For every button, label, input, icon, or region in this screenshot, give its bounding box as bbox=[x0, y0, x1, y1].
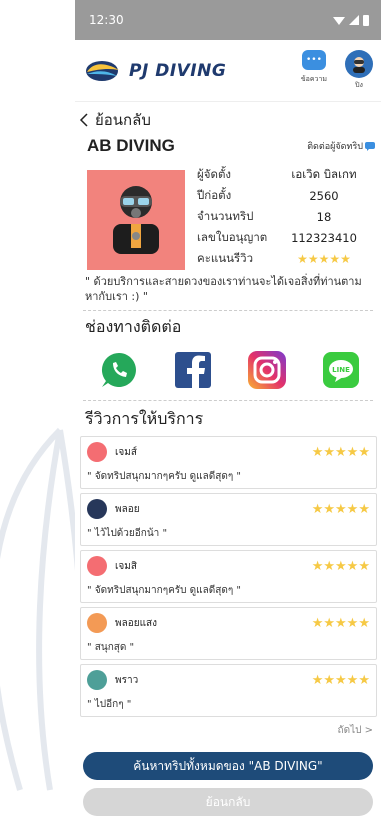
chevron-left-icon bbox=[79, 113, 88, 127]
reviewer-name: พลอย bbox=[115, 503, 140, 515]
search-all-trips-button[interactable]: ค้นหาทริปทั้งหมดของ "AB DIVING" bbox=[83, 752, 373, 780]
review-card: พราว ★★★★★ " ไปอีกๆ " bbox=[80, 664, 377, 717]
review-card: พลอยแสง ★★★★★ " สนุกสุด " bbox=[80, 607, 377, 660]
chat-icon: ••• bbox=[301, 50, 326, 70]
user-avatar-icon bbox=[345, 50, 373, 78]
company-info: ผู้จัดตั้ง เอเวิด บิลเกท ปีก่อตั้ง 2560 … bbox=[197, 164, 375, 270]
info-row-founder: ผู้จัดตั้ง เอเวิด บิลเกท bbox=[197, 166, 357, 181]
battery-icon bbox=[363, 14, 369, 26]
status-time: 12:30 bbox=[89, 13, 124, 27]
status-bar: 12:30 bbox=[75, 0, 381, 40]
reviewer-name: เจมส์ bbox=[115, 446, 137, 458]
back-link[interactable]: ย้อนกลับ bbox=[75, 102, 381, 132]
contact-section-title: ช่องทางติดต่อ bbox=[85, 317, 182, 336]
wifi-icon bbox=[333, 17, 345, 25]
info-row-year: ปีก่อตั้ง 2560 bbox=[197, 187, 339, 203]
review-card: เจมส์ ★★★★★ " จัดทริปสนุกมากๆครับ ดูแลดี… bbox=[80, 436, 377, 489]
facebook-icon[interactable] bbox=[173, 350, 213, 390]
status-icons bbox=[333, 14, 369, 26]
divider bbox=[83, 310, 373, 311]
diver-avatar-icon bbox=[87, 170, 185, 270]
reviewer-avatar bbox=[87, 556, 107, 576]
brand-name: PJ DIVING bbox=[129, 60, 227, 81]
reviewer-name: เจมสิ bbox=[115, 560, 137, 572]
company-profile: ผู้จัดตั้ง เอเวิด บิลเกท ปีก่อตั้ง 2560 … bbox=[75, 156, 381, 270]
profile-button[interactable]: ปิง bbox=[345, 50, 373, 91]
brand-logo[interactable]: PJ DIVING bbox=[85, 60, 226, 82]
app-bar: PJ DIVING ••• ข้อความ ปิง bbox=[75, 40, 381, 102]
reviewer-avatar bbox=[87, 670, 107, 690]
review-stars: ★★★★★ bbox=[311, 672, 370, 688]
reviewer-name: พลอยแสง bbox=[115, 617, 158, 629]
reviews-section-title: รีวิวการให้บริการ bbox=[85, 409, 204, 428]
whatsapp-icon[interactable] bbox=[99, 350, 139, 390]
review-text: " ไปอีกๆ " bbox=[87, 699, 132, 710]
review-stars: ★★★★★ bbox=[311, 558, 370, 574]
reviewer-name: พราว bbox=[115, 674, 139, 686]
info-row-rating: คะแนนรีวิว ★★★★★ bbox=[197, 248, 375, 269]
review-card: พลอย ★★★★★ " ไว้ไปด้วยอีกน้า " bbox=[80, 493, 377, 546]
reviewer-avatar bbox=[87, 613, 107, 633]
reviews-list: เจมส์ ★★★★★ " จัดทริปสนุกมากๆครับ ดูแลดี… bbox=[75, 436, 381, 717]
review-stars: ★★★★★ bbox=[311, 444, 370, 460]
back-button[interactable]: ย้อนกลับ bbox=[83, 788, 373, 816]
divider bbox=[83, 400, 373, 401]
logo-wave-icon bbox=[86, 60, 119, 81]
chat-small-icon bbox=[365, 141, 375, 151]
reviewer-avatar bbox=[87, 499, 107, 519]
review-text: " ไว้ไปด้วยอีกน้า " bbox=[87, 528, 168, 539]
rating-stars: ★★★★★ bbox=[297, 251, 351, 266]
back-label: ย้อนกลับ bbox=[95, 111, 151, 129]
profile-label: ปิง bbox=[355, 81, 363, 89]
review-card: เจมสิ ★★★★★ " จัดทริปสนุกมากๆครับ ดูแลดี… bbox=[80, 550, 377, 603]
company-name: AB DIVING bbox=[87, 136, 175, 155]
review-text: " จัดทริปสนุกมากๆครับ ดูแลดีสุดๆ " bbox=[87, 471, 241, 482]
review-stars: ★★★★★ bbox=[311, 501, 370, 517]
reviewer-avatar bbox=[87, 442, 107, 462]
line-icon[interactable]: LINE bbox=[321, 350, 361, 390]
left-margin bbox=[0, 0, 87, 822]
review-text: " สนุกสุด " bbox=[87, 642, 135, 653]
phone-screen: 12:30 PJ DIVING ••• ข้อความ ปิง ย้อนกลับ… bbox=[75, 0, 381, 822]
svg-text:LINE: LINE bbox=[332, 366, 350, 374]
contact-organizer-link[interactable]: ติดต่อผู้จัดทริป bbox=[307, 139, 375, 153]
company-quote: " ด้วยบริการและสายดวงของเราท่านจะได้เจอส… bbox=[85, 275, 362, 303]
review-text: " จัดทริปสนุกมากๆครับ ดูแลดีสุดๆ " bbox=[87, 585, 241, 596]
info-row-trips: จำนวนทริป 18 bbox=[197, 208, 332, 224]
review-stars: ★★★★★ bbox=[311, 615, 370, 631]
messages-button[interactable]: ••• ข้อความ bbox=[301, 50, 327, 85]
contact-channels: LINE bbox=[75, 340, 381, 390]
info-row-license: เลขใบอนุญาต 112323410 bbox=[197, 229, 357, 245]
next-page-link[interactable]: ถัดไป > bbox=[75, 717, 381, 738]
messages-label: ข้อความ bbox=[300, 75, 327, 83]
contact-organizer-label: ติดต่อผู้จัดทริป bbox=[307, 142, 363, 152]
signal-icon bbox=[349, 15, 359, 25]
instagram-icon[interactable] bbox=[247, 350, 287, 390]
